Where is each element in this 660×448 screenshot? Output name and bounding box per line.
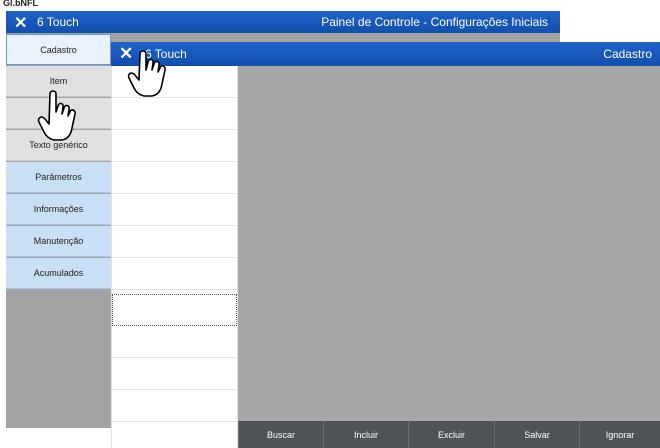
hand-pointer-icon	[37, 90, 76, 141]
ignorar-button[interactable]: Ignorar	[579, 421, 660, 448]
menu-item-manutencao[interactable]: Manutenção	[6, 226, 111, 257]
dialog-title: Cadastro	[603, 47, 652, 61]
close-icon[interactable]: ✕	[14, 13, 27, 33]
menu-item-cadastro[interactable]: Cadastro	[6, 34, 111, 65]
buscar-button[interactable]: Buscar	[238, 421, 323, 448]
list-row[interactable]	[112, 258, 237, 290]
hand-pointer-icon	[127, 50, 166, 97]
window-title: Painel de Controle - Configurações Inici…	[321, 15, 548, 29]
salvar-button[interactable]: Salvar	[494, 421, 579, 448]
menu-item-parametros[interactable]: Parâmetros	[6, 162, 111, 193]
menu-item-label: Informações	[33, 204, 84, 214]
record-list	[111, 66, 238, 448]
background-window-header: ✕ 6 Touch Painel de Controle - Configura…	[6, 11, 560, 33]
app-name: 6 Touch	[37, 15, 79, 29]
list-row[interactable]	[112, 194, 237, 226]
menu-item-label: Cadastro	[40, 44, 77, 55]
menu-item-label: Item	[49, 76, 68, 86]
excluir-button[interactable]: Excluir	[408, 421, 494, 448]
dialog-header: ✕ 6 Touch Cadastro	[111, 42, 660, 66]
menu-item-label: Acumulados	[33, 268, 84, 278]
list-row-selected[interactable]	[112, 294, 237, 326]
top-label: Gl.bNFL	[3, 0, 38, 8]
list-row[interactable]	[112, 358, 237, 390]
list-row[interactable]	[112, 390, 237, 422]
menu-item-acumulados[interactable]: Acumulados	[6, 258, 111, 289]
list-row[interactable]	[112, 162, 237, 194]
menu-item-informacoes[interactable]: Informações	[6, 194, 111, 225]
list-row[interactable]	[112, 98, 237, 130]
list-row[interactable]	[112, 326, 237, 358]
dialog-content-area	[238, 66, 660, 421]
incluir-button[interactable]: Incluir	[323, 421, 408, 448]
top-strip: Gl.bNFL	[0, 0, 660, 11]
menu-item-label: Manutenção	[33, 236, 84, 246]
menu-item-label: Parâmetros	[35, 172, 82, 182]
list-row[interactable]	[112, 130, 237, 162]
list-row[interactable]	[112, 226, 237, 258]
